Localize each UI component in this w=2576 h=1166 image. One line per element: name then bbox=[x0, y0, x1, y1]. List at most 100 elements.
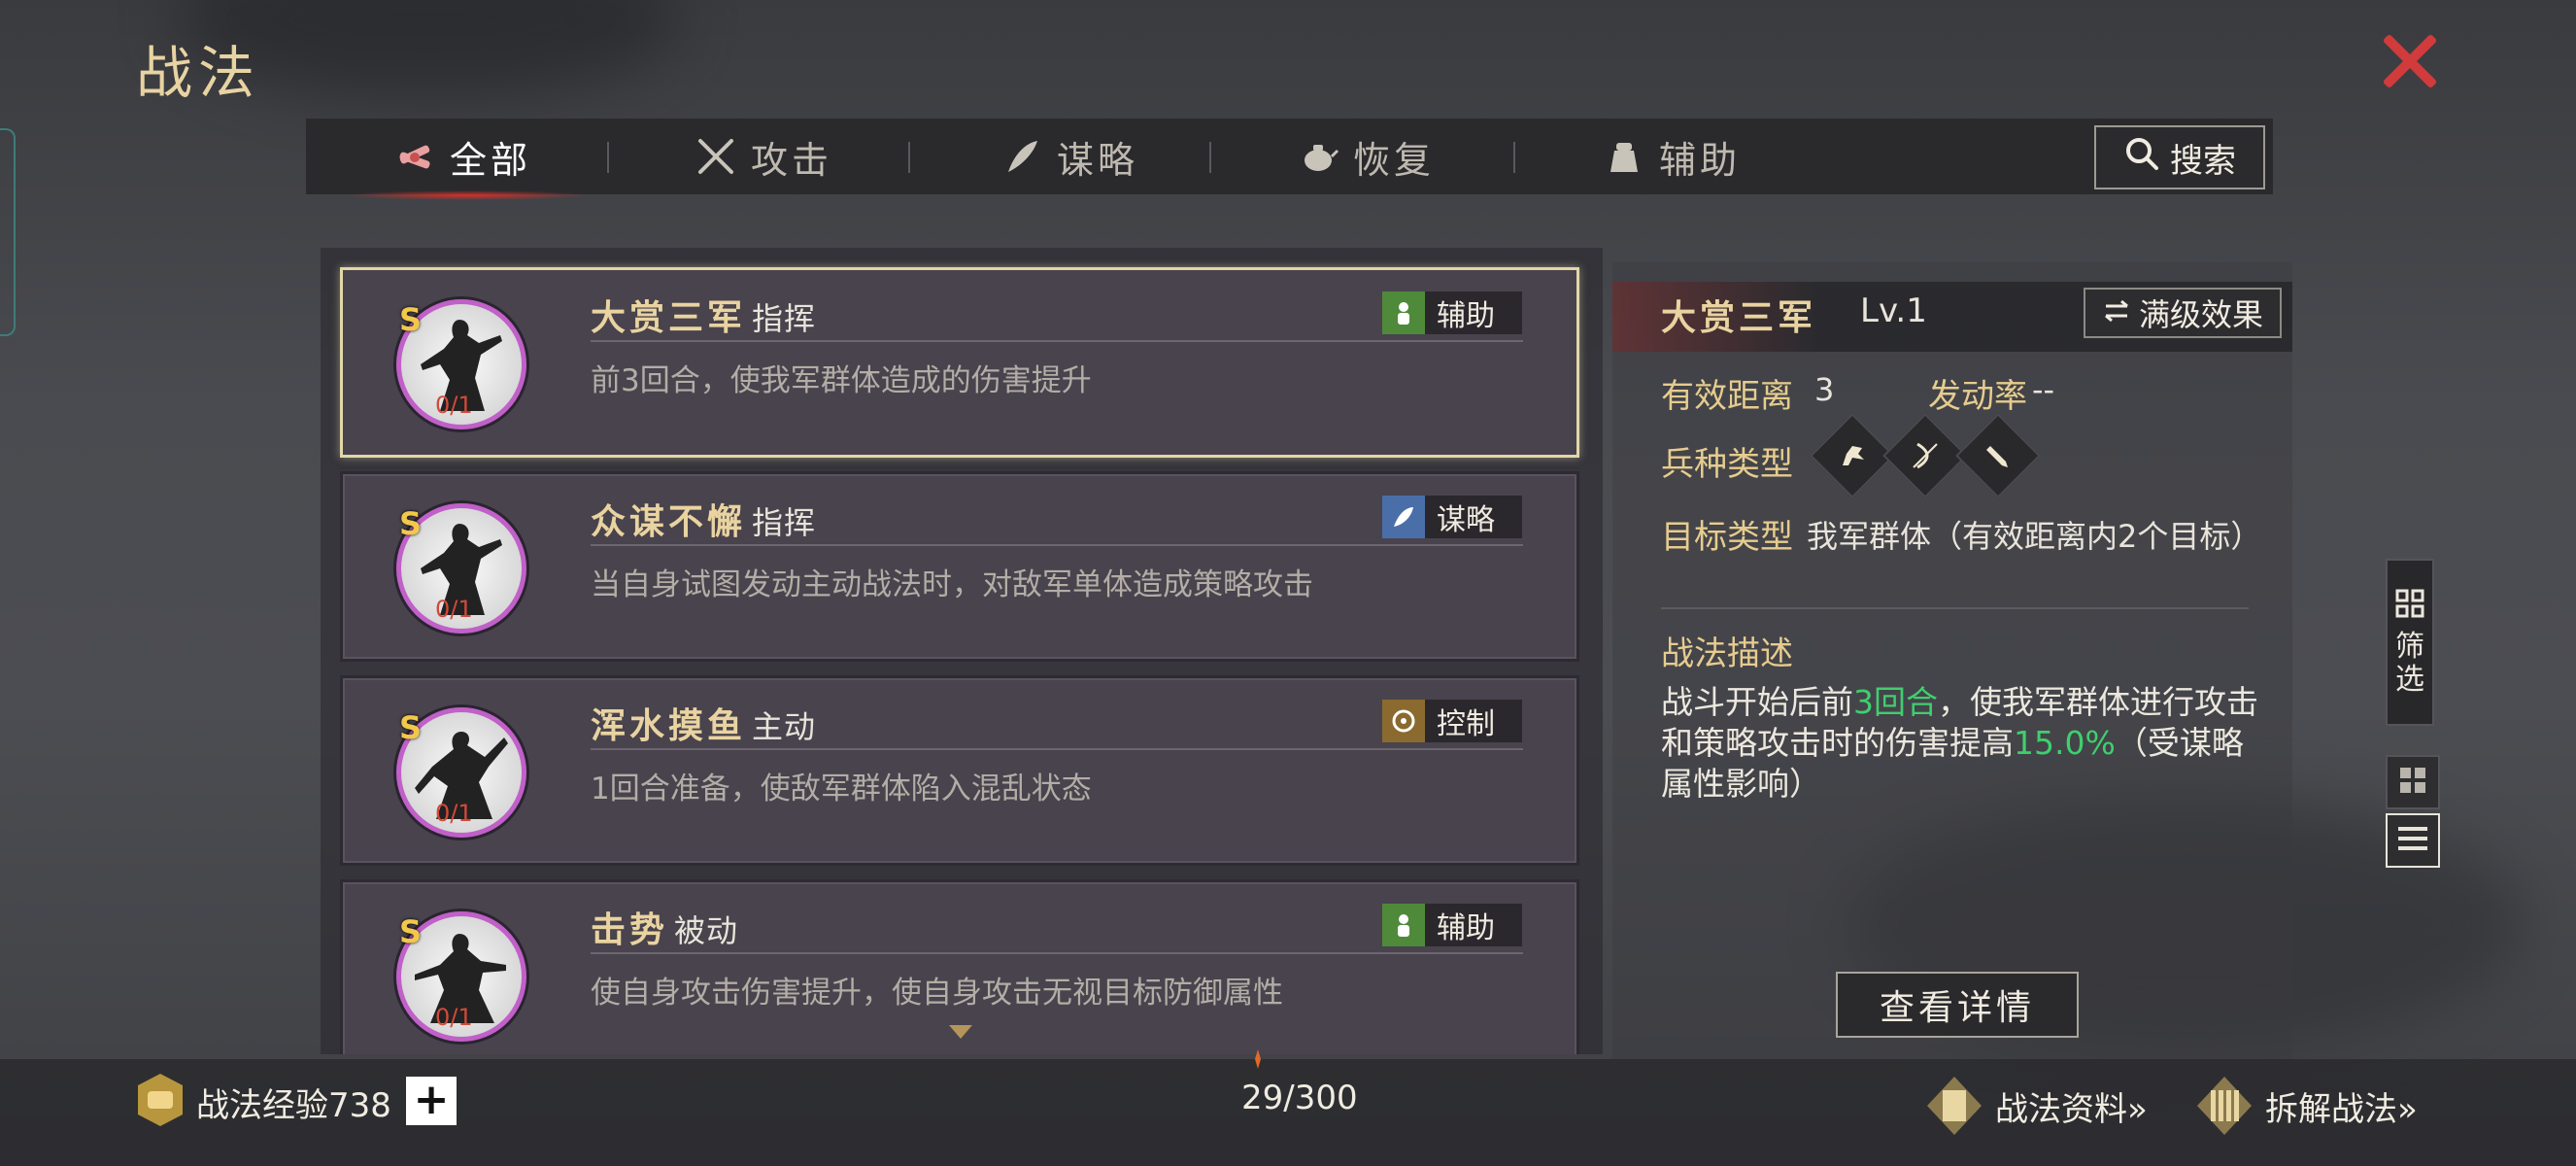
skill-name: 浑水摸鱼 主动 bbox=[591, 698, 816, 748]
skill-exp-label: 战法经验738 bbox=[196, 1086, 391, 1125]
page-title: 战法 bbox=[136, 40, 261, 106]
range-value: 3 bbox=[1814, 371, 1835, 408]
target-type-label: 目标类型 bbox=[1661, 518, 1793, 557]
tab-strategy[interactable]: 谋略 bbox=[1000, 119, 1138, 194]
target-type-value: 我军群体（有效距离内2个目标） bbox=[1807, 518, 2262, 555]
dismantle-skill-link[interactable]: 拆解战法» bbox=[2193, 1075, 2418, 1137]
grid-view-icon bbox=[2397, 765, 2428, 800]
search-label: 搜索 bbox=[2170, 141, 2236, 181]
grid-view-button[interactable] bbox=[2386, 755, 2440, 809]
support-icon bbox=[1382, 292, 1425, 334]
tab-label: 恢复 bbox=[1353, 138, 1436, 182]
skill-title: 击势 bbox=[591, 910, 669, 950]
tab-label: 全部 bbox=[450, 138, 532, 182]
tab-label: 谋略 bbox=[1057, 138, 1139, 182]
skill-type-tag: 控制 bbox=[1382, 700, 1522, 742]
skill-description: 当自身试图发动主动战法时，对敌军单体造成策略攻击 bbox=[591, 567, 1313, 602]
tab-recovery[interactable]: 恢复 bbox=[1297, 119, 1435, 194]
skill-info-link[interactable]: 战法资料» bbox=[1923, 1075, 2148, 1137]
bamboo-scroll-icon bbox=[2193, 1075, 2255, 1137]
skill-description: 1回合准备，使敌军群体陷入混乱状态 bbox=[591, 772, 1092, 806]
tab-divider bbox=[908, 142, 910, 173]
view-details-button[interactable]: 查看详情 bbox=[1836, 972, 2079, 1038]
spear-icon bbox=[1955, 413, 2041, 498]
grade-badge: S bbox=[399, 913, 423, 950]
skill-type-tag: 谋略 bbox=[1382, 496, 1522, 538]
filter-button[interactable]: 筛 选 bbox=[2386, 559, 2434, 726]
scroll-bundle-icon bbox=[393, 135, 436, 178]
close-icon[interactable] bbox=[2370, 27, 2448, 95]
owned-count: 0/1 bbox=[435, 392, 473, 419]
trigger-rate-value: -- bbox=[2032, 371, 2055, 408]
desc-highlight-percent: 15.0% bbox=[2014, 724, 2116, 762]
detail-level: Lv.1 bbox=[1860, 292, 1927, 330]
skill-effect-description: 战斗开始后前3回合，使我军群体进行攻击和策略攻击时的伤害提高15.0%（受谋略属… bbox=[1661, 682, 2263, 805]
scroll-book-icon bbox=[1923, 1075, 1985, 1137]
skill-card[interactable]: S 0/1 大赏三军 指挥 辅助 前3回合，使我军群体造成的伤害提升 bbox=[340, 267, 1579, 458]
skill-detail-panel: 大赏三军 Lv.1 满级效果 有效距离 3 发动率 -- 兵种类型 目标类型 我… bbox=[1612, 262, 2292, 1059]
control-icon bbox=[1382, 700, 1425, 742]
divider bbox=[591, 952, 1523, 954]
tab-attack[interactable]: 攻击 bbox=[695, 119, 832, 194]
owned-count: 0/1 bbox=[435, 596, 473, 623]
skill-name: 大赏三军 指挥 bbox=[591, 290, 816, 340]
max-level-label: 满级效果 bbox=[2138, 296, 2263, 333]
tag-label: 辅助 bbox=[1437, 299, 1495, 333]
grade-badge: S bbox=[399, 301, 423, 338]
skill-title: 众谋不懈 bbox=[591, 502, 747, 542]
skill-kind: 主动 bbox=[752, 708, 817, 745]
grade-badge: S bbox=[399, 709, 423, 746]
filter-label-bottom: 选 bbox=[2395, 663, 2424, 697]
skill-list[interactable]: S 0/1 大赏三军 指挥 辅助 前3回合，使我军群体造成的伤害提升 S 0/1 … bbox=[321, 248, 1603, 1054]
divider bbox=[591, 544, 1523, 546]
skill-title: 大赏三军 bbox=[591, 298, 747, 338]
tab-divider bbox=[607, 142, 609, 173]
left-edge-handle[interactable] bbox=[0, 128, 16, 336]
owned-count: 0/1 bbox=[435, 1004, 473, 1031]
divider bbox=[1661, 607, 2249, 609]
desc-text: 战斗开始后前 bbox=[1661, 683, 1853, 721]
ember-spark bbox=[1253, 1049, 1263, 1073]
tab-bar: 全部 攻击 谋略 恢复 辅助 bbox=[306, 119, 2273, 200]
add-exp-button[interactable]: + bbox=[406, 1077, 457, 1125]
divider bbox=[591, 748, 1523, 750]
dismantle-skill-label: 拆解战法» bbox=[2265, 1089, 2418, 1129]
tab-label: 辅助 bbox=[1659, 138, 1742, 182]
skill-info-label: 战法资料» bbox=[1995, 1089, 2148, 1129]
grade-badge: S bbox=[399, 505, 423, 542]
skill-count: 29/300 bbox=[1241, 1079, 1358, 1117]
tab-divider bbox=[1209, 142, 1211, 173]
feather-icon bbox=[1000, 135, 1043, 178]
desc-highlight-rounds: 3回合 bbox=[1853, 683, 1938, 721]
fist-exp-icon bbox=[134, 1072, 186, 1128]
owned-count: 0/1 bbox=[435, 800, 473, 827]
list-view-button[interactable] bbox=[2386, 813, 2440, 868]
skill-name: 击势 被动 bbox=[591, 902, 738, 952]
skill-card[interactable]: S 0/1 浑水摸鱼 主动 控制 1回合准备，使敌军群体陷入混乱状态 bbox=[340, 675, 1579, 866]
tab-all[interactable]: 全部 bbox=[344, 119, 591, 200]
crossed-swords-icon bbox=[695, 135, 737, 178]
skill-kind: 被动 bbox=[674, 912, 739, 949]
trigger-rate-label: 发动率 bbox=[1928, 377, 2027, 416]
search-button[interactable]: 搜索 bbox=[2094, 125, 2265, 189]
pouch-icon bbox=[1603, 135, 1645, 178]
skill-kind: 指挥 bbox=[752, 504, 817, 541]
detail-skill-name: 大赏三军 bbox=[1661, 298, 1817, 338]
skill-title: 浑水摸鱼 bbox=[591, 706, 747, 746]
tag-label: 控制 bbox=[1437, 707, 1495, 741]
swap-arrows-icon bbox=[2102, 294, 2131, 331]
filter-grid-icon bbox=[2394, 588, 2425, 623]
skill-card[interactable]: S 0/1 众谋不懈 指挥 谋略 当自身试图发动主动战法时，对敌军单体造成策略攻击 bbox=[340, 471, 1579, 662]
skill-description: 使自身攻击伤害提升，使自身攻击无视目标防御属性 bbox=[591, 976, 1283, 1011]
search-icon bbox=[2123, 135, 2160, 181]
max-level-effect-button[interactable]: 满级效果 bbox=[2084, 288, 2282, 338]
skill-type-tag: 辅助 bbox=[1382, 904, 1522, 946]
skill-name: 众谋不懈 指挥 bbox=[591, 494, 816, 544]
description-label: 战法描述 bbox=[1661, 634, 1793, 673]
divider bbox=[591, 340, 1523, 342]
skill-description: 前3回合，使我军群体造成的伤害提升 bbox=[591, 363, 1092, 398]
support-icon bbox=[1382, 904, 1425, 946]
tab-support[interactable]: 辅助 bbox=[1603, 119, 1741, 194]
tab-divider bbox=[1513, 142, 1515, 173]
scroll-down-arrow-icon[interactable] bbox=[949, 1025, 972, 1039]
